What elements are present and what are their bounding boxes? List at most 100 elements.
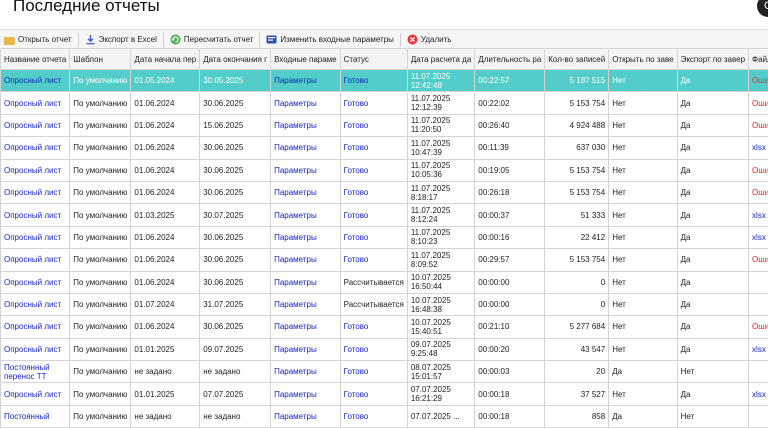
status-link[interactable]: Готово — [340, 226, 407, 248]
file-link[interactable]: xlsx — [749, 204, 768, 226]
params-link[interactable]: Параметры — [271, 249, 341, 271]
params-link[interactable]: Параметры — [271, 338, 341, 360]
start-date-cell: 01.06.2024 — [131, 92, 200, 114]
report-name-cell[interactable]: Опросный лист — [1, 338, 70, 360]
table-row[interactable]: Опросный листПо умолчанию01.06.202430.06… — [1, 92, 768, 114]
status-link[interactable]: Готово — [340, 361, 407, 383]
duration-cell: 00:22:57 — [475, 70, 545, 92]
status-link[interactable]: Готово — [340, 338, 407, 360]
table-row[interactable]: Опросный листПо умолчанию01.06.202430.06… — [1, 226, 768, 248]
status-link[interactable]: Готово — [340, 137, 407, 159]
params-link[interactable]: Параметры — [271, 271, 341, 293]
col-start-date-header[interactable]: Дата начала пер — [131, 49, 200, 70]
open-report-button[interactable]: Открыть отчет — [0, 31, 76, 48]
status-link[interactable]: Готово — [340, 92, 407, 114]
table-row[interactable]: ПостоянныйПо умолчаниюне заданоне задано… — [1, 405, 768, 427]
status-link[interactable]: Готово — [340, 405, 407, 427]
file-link[interactable]: Ошибка — [749, 114, 768, 136]
end-date-cell: 30.06.2025 — [200, 137, 271, 159]
col-export-on-finish-header[interactable]: Экспорт по завер — [677, 49, 748, 70]
status-link[interactable]: Готово — [340, 114, 407, 136]
report-name-cell[interactable]: Опросный лист — [1, 181, 70, 203]
report-name-cell[interactable]: Опросный лист — [1, 92, 70, 114]
report-name-cell[interactable]: Опросный лист — [1, 316, 70, 338]
params-link[interactable]: Параметры — [271, 114, 341, 136]
params-link[interactable]: Параметры — [271, 92, 341, 114]
table-row[interactable]: Опросный листПо умолчанию01.01.202509.07… — [1, 338, 768, 360]
params-link[interactable]: Параметры — [271, 383, 341, 405]
report-name-cell[interactable]: Опросный лист — [1, 204, 70, 226]
col-input-params-header[interactable]: Входные параме — [271, 49, 341, 70]
params-link[interactable]: Параметры — [271, 405, 341, 427]
params-link[interactable]: Параметры — [271, 137, 341, 159]
table-row[interactable]: Опросный листПо умолчанию01.01.202507.07… — [1, 383, 768, 405]
file-link[interactable]: xlsx — [749, 137, 768, 159]
file-link[interactable]: Ошибка — [749, 92, 768, 114]
table-row[interactable]: Опросный листПо умолчанию01.06.202430.06… — [1, 137, 768, 159]
params-link[interactable]: Параметры — [271, 361, 341, 383]
table-row[interactable]: Опросный листПо умолчанию01.06.202430.06… — [1, 249, 768, 271]
col-template-header[interactable]: Шаблон — [70, 49, 131, 70]
status-link[interactable]: Готово — [340, 181, 407, 203]
delete-button[interactable]: Удалить — [403, 31, 456, 48]
col-duration-header[interactable]: Длительность ра — [475, 49, 545, 70]
record-count-cell: 5 153 754 — [545, 159, 609, 181]
report-name-cell[interactable]: Постоянный перенос ТТ — [1, 361, 70, 383]
export-excel-button[interactable]: Экспорт в Excel — [81, 31, 161, 48]
params-link[interactable]: Параметры — [271, 204, 341, 226]
report-name-cell[interactable]: Опросный лист — [1, 271, 70, 293]
params-link[interactable]: Параметры — [271, 159, 341, 181]
file-link — [749, 405, 768, 427]
table-row[interactable]: Опросный листПо умолчанию01.06.202430.06… — [1, 159, 768, 181]
status-link[interactable]: Готово — [340, 249, 407, 271]
report-name-cell[interactable]: Постоянный — [1, 405, 70, 427]
report-name-cell[interactable]: Опросный лист — [1, 293, 70, 315]
file-link[interactable]: xlsx — [749, 226, 768, 248]
params-link[interactable]: Параметры — [271, 316, 341, 338]
col-report-name-header[interactable]: Название отчета — [1, 49, 70, 70]
table-row[interactable]: Опросный листПо умолчанию01.06.202430.06… — [1, 316, 768, 338]
table-row[interactable]: Опросный листПо умолчанию01.06.202415.06… — [1, 114, 768, 136]
status-link[interactable]: Готово — [340, 159, 407, 181]
user-avatar[interactable]: С — [757, 0, 768, 17]
delete-icon — [407, 34, 418, 45]
params-link[interactable]: Параметры — [271, 226, 341, 248]
status-link[interactable]: Готово — [340, 316, 407, 338]
report-name-cell[interactable]: Опросный лист — [1, 226, 70, 248]
col-calc-date-header[interactable]: Дата расчета дa — [407, 49, 474, 70]
file-link[interactable]: Ошибка — [749, 181, 768, 203]
col-end-date-header[interactable]: Дата окончания г — [200, 49, 271, 70]
col-file-header[interactable]: Файл — [749, 49, 768, 70]
report-name-cell[interactable]: Опросный лист — [1, 159, 70, 181]
col-record-count-header[interactable]: Кол-во записей — [545, 49, 609, 70]
status-link[interactable]: Готово — [340, 70, 407, 92]
report-name-cell[interactable]: Опросный лист — [1, 114, 70, 136]
col-status-header[interactable]: Статус — [340, 49, 407, 70]
recalculate-button[interactable]: Пересчитать отчет — [166, 31, 258, 48]
file-link[interactable]: Ошибка — [749, 159, 768, 181]
params-link[interactable]: Параметры — [271, 70, 341, 92]
table-row[interactable]: Опросный листПо умолчанию01.06.202430.06… — [1, 181, 768, 203]
report-name-cell[interactable]: Опросный лист — [1, 249, 70, 271]
report-name-cell[interactable]: Опросный лист — [1, 383, 70, 405]
file-link[interactable]: xlsx — [749, 383, 768, 405]
change-params-button[interactable]: Изменить входные параметры — [262, 31, 397, 48]
params-link[interactable]: Параметры — [271, 293, 341, 315]
table-row[interactable]: Опросный листПо умолчанию01.05.202430.05… — [1, 70, 768, 92]
table-row[interactable]: Опросный листПо умолчанию01.07.202431.07… — [1, 293, 768, 315]
end-date-cell: 30.06.2025 — [200, 271, 271, 293]
params-link[interactable]: Параметры — [271, 181, 341, 203]
report-name-cell[interactable]: Опросный лист — [1, 137, 70, 159]
table-row[interactable]: Опросный листПо умолчанию01.03.202530.07… — [1, 204, 768, 226]
file-link[interactable]: xlsx — [749, 338, 768, 360]
table-row[interactable]: Постоянный перенос ТТПо умолчаниюне зада… — [1, 361, 768, 383]
status-link[interactable]: Готово — [340, 383, 407, 405]
file-link[interactable]: Ошибка — [749, 316, 768, 338]
file-link[interactable]: Ошибка — [749, 70, 768, 92]
report-name-cell[interactable]: Опросный лист — [1, 70, 70, 92]
col-open-on-finish-header[interactable]: Открыть по заве — [609, 49, 677, 70]
table-row[interactable]: Опросный листПо умолчанию01.06.202430.06… — [1, 271, 768, 293]
file-link[interactable]: Ошибка — [749, 249, 768, 271]
calc-date-cell: 11.07.2025 8:12:24 — [407, 204, 474, 226]
status-link[interactable]: Готово — [340, 204, 407, 226]
